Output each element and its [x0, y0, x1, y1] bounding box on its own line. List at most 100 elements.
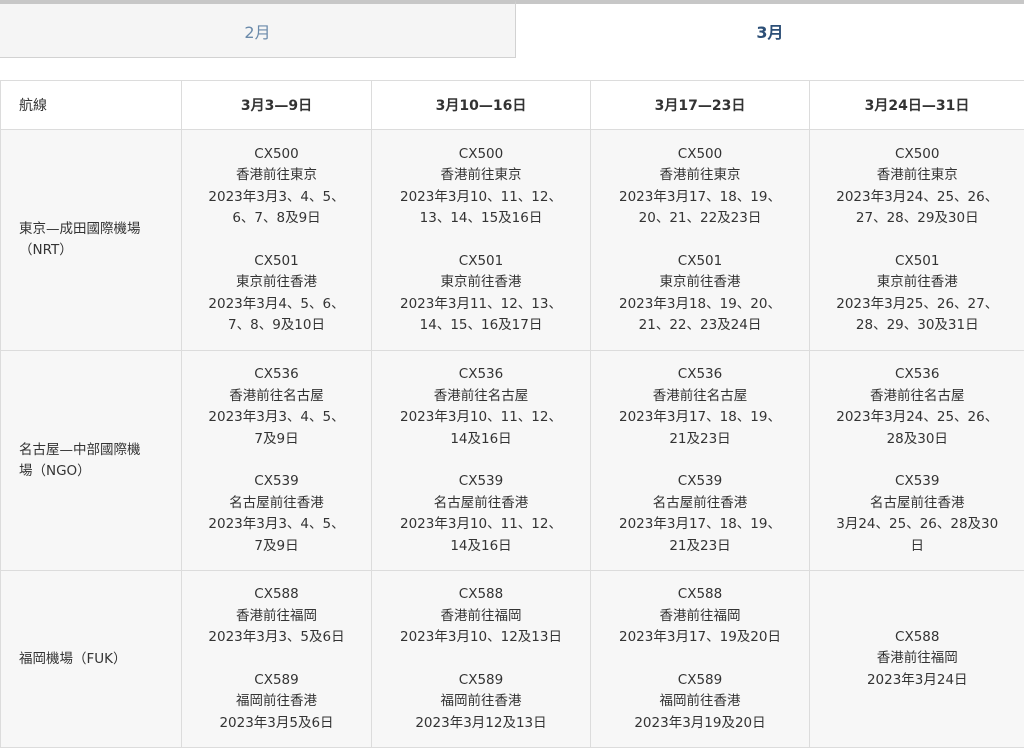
route-name: 名古屋—中部國際機 — [19, 441, 141, 458]
flight-code: CX501 — [677, 252, 723, 269]
flight-dates: 2023年3月11、12、13、 — [400, 295, 562, 312]
flight-schedule-table: 航線 3月3—9日 3月10—16日 3月17—23日 3月24日—31日 東京… — [0, 80, 1024, 748]
flight-dates: 2023年3月10、11、12、 — [400, 516, 562, 532]
column-header-route: 航線 — [0, 80, 182, 130]
route-code: 場（NGO） — [19, 462, 91, 479]
flight-code: CX500 — [895, 145, 940, 162]
flight-dates: 2023年3月24、25、26、 — [836, 409, 999, 425]
flight-dates: 2023年3月3、4、5、 — [208, 188, 345, 205]
route-name: 福岡機場（FUK） — [19, 650, 127, 667]
schedule-cell: CX536 香港前往名古屋 2023年3月10、11、12、 14及16日 CX… — [371, 350, 591, 571]
flight-dates: 2023年3月3、5及6日 — [208, 629, 345, 645]
flight-dates: 14及16日 — [450, 430, 512, 447]
flight-code: CX536 — [458, 366, 504, 382]
flight-dates: 2023年3月10、11、12、 — [400, 188, 562, 205]
table-row: 東京—成田國際機場 （NRT） CX500 香港前往東京 2023年3月3、4、… — [0, 129, 1024, 351]
route-code: （NRT） — [19, 242, 73, 258]
schedule-cell: CX536 香港前往名古屋 2023年3月24、25、26、 28及30日 CX… — [809, 350, 1024, 571]
flight-dates: 2023年3月4、5、6、 — [208, 295, 345, 312]
flight-code: CX588 — [895, 628, 940, 645]
schedule-cell: CX588 香港前往福岡 2023年3月24日 — [809, 570, 1024, 748]
flight-code: CX589 — [458, 671, 504, 688]
flight-code: CX539 — [677, 473, 723, 489]
flight-dates: 2023年3月5及6日 — [219, 714, 334, 731]
flight-dates: 21及23日 — [669, 430, 731, 447]
month-tabs: 2月 3月 — [0, 0, 1024, 58]
flight-dates: 2023年3月3、4、5、 — [208, 516, 345, 532]
flight-direction: 名古屋前往香港 — [870, 494, 965, 511]
flight-direction: 東京前往香港 — [659, 274, 741, 290]
flight-direction: 名古屋前往香港 — [229, 494, 324, 511]
flight-code: CX589 — [677, 671, 723, 688]
table-row: 名古屋—中部國際機 場（NGO） CX536 香港前往名古屋 2023年3月3、… — [0, 350, 1024, 571]
column-header-week-3: 3月17—23日 — [590, 80, 810, 130]
flight-dates: 28及30日 — [886, 430, 948, 447]
flight-direction: 香港前往東京 — [236, 167, 317, 183]
flight-direction: 東京前往香港 — [236, 274, 317, 290]
flight-direction: 香港前往福岡 — [236, 607, 317, 624]
flight-dates: 21、22、23及24日 — [638, 317, 762, 333]
flight-direction: 香港前往福岡 — [659, 607, 741, 624]
flight-direction: 香港前往東京 — [659, 167, 741, 183]
flight-dates: 14及16日 — [450, 537, 512, 554]
flight-code: CX536 — [677, 366, 723, 382]
flight-dates: 27、28、29及30日 — [855, 210, 979, 226]
schedule-cell: CX588 香港前往福岡 2023年3月17、19及20日 CX589 福岡前往… — [590, 570, 810, 748]
route-cell: 福岡機場（FUK） — [0, 570, 182, 748]
flight-dates: 6、7、8及9日 — [232, 210, 321, 226]
schedule-cell: CX536 香港前往名古屋 2023年3月3、4、5、 7及9日 CX539 名… — [181, 350, 372, 571]
flight-direction: 福岡前往香港 — [236, 693, 317, 709]
flight-direction: 香港前往東京 — [440, 167, 522, 183]
flight-code: CX588 — [458, 586, 504, 602]
flight-dates: 7及9日 — [254, 537, 299, 554]
flight-dates: 2023年3月25、26、27、 — [836, 295, 999, 312]
route-cell: 東京—成田國際機場 （NRT） — [0, 129, 182, 351]
flight-direction: 香港前往福岡 — [440, 607, 522, 624]
flight-code: CX536 — [895, 366, 940, 382]
flight-code: CX539 — [458, 473, 504, 489]
schedule-cell: CX500 香港前往東京 2023年3月17、18、19、 20、21、22及2… — [590, 129, 810, 351]
flight-code: CX588 — [677, 586, 723, 602]
column-header-week-4: 3月24日—31日 — [809, 80, 1024, 130]
flight-code: CX539 — [254, 473, 299, 489]
flight-direction: 香港前往名古屋 — [652, 387, 748, 404]
flight-direction: 東京前往香港 — [876, 274, 958, 290]
column-header-week-2: 3月10—16日 — [371, 80, 591, 130]
flight-direction: 福岡前往香港 — [659, 693, 741, 709]
flight-dates: 2023年3月18、19、20、 — [619, 295, 781, 312]
schedule-cell: CX536 香港前往名古屋 2023年3月17、18、19、 21及23日 CX… — [590, 350, 810, 571]
flight-dates: 2023年3月10、11、12、 — [400, 409, 562, 425]
route-name: 東京—成田國際機場 — [19, 221, 141, 237]
flight-dates: 28、29、30及31日 — [855, 317, 979, 333]
flight-dates: 日 — [910, 537, 925, 554]
flight-code: CX588 — [254, 586, 299, 602]
flight-dates: 2023年3月17、18、19、 — [619, 409, 781, 425]
flight-code: CX539 — [895, 473, 940, 489]
flight-dates: 3月24、25、26、28及30 — [836, 516, 999, 532]
flight-direction: 福岡前往香港 — [440, 693, 522, 709]
flight-direction: 香港前往東京 — [876, 167, 958, 183]
flight-dates: 2023年3月24、25、26、 — [836, 188, 999, 205]
flight-dates: 7及9日 — [254, 430, 299, 447]
flight-dates: 2023年3月3、4、5、 — [208, 409, 345, 425]
schedule-cell: CX500 香港前往東京 2023年3月3、4、5、 6、7、8及9日 CX50… — [181, 129, 372, 351]
flight-dates: 2023年3月17、18、19、 — [619, 188, 781, 205]
flight-direction: 香港前往福岡 — [876, 650, 958, 667]
flight-direction: 香港前往名古屋 — [433, 387, 529, 404]
schedule-cell: CX500 香港前往東京 2023年3月24、25、26、 27、28、29及3… — [809, 129, 1024, 351]
flight-code: CX501 — [254, 252, 299, 269]
flight-dates: 2023年3月24日 — [866, 671, 968, 688]
schedule-cell: CX500 香港前往東京 2023年3月10、11、12、 13、14、15及1… — [371, 129, 591, 351]
tab-march[interactable]: 3月 — [516, 0, 1024, 58]
flight-code: CX500 — [458, 145, 504, 162]
flight-dates: 13、14、15及16日 — [419, 210, 543, 226]
flight-direction: 名古屋前往香港 — [652, 494, 748, 511]
flight-direction: 東京前往香港 — [440, 274, 522, 290]
tab-february[interactable]: 2月 — [0, 0, 516, 58]
flight-direction: 香港前往名古屋 — [229, 387, 324, 404]
flight-dates: 21及23日 — [669, 537, 731, 554]
flight-code: CX536 — [254, 366, 299, 382]
schedule-cell: CX588 香港前往福岡 2023年3月3、5及6日 CX589 福岡前往香港 … — [181, 570, 372, 748]
column-header-week-1: 3月3—9日 — [181, 80, 372, 130]
flight-direction: 名古屋前往香港 — [433, 494, 529, 511]
